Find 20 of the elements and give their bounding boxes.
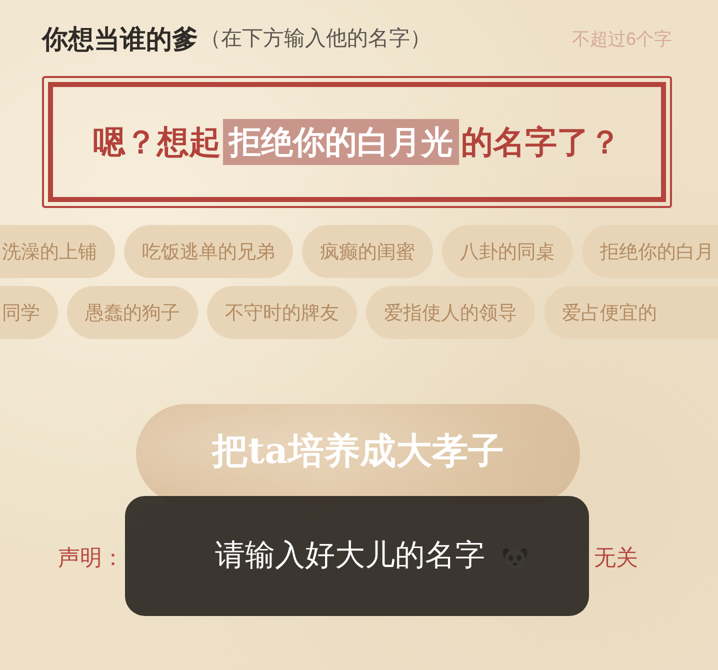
suggestion-chip[interactable]: 吃饭逃单的兄弟 <box>124 225 293 278</box>
name-input-field[interactable]: 嗯？想起 拒绝你的白月光 的名字了？ <box>42 76 672 208</box>
prompt-text: 嗯？想起 <box>93 122 221 163</box>
suggestion-chip[interactable]: 疯癫的闺蜜 <box>302 225 433 278</box>
char-limit-note: 不超过6个字 <box>572 28 672 51</box>
suggestion-chip[interactable]: 洗澡的上铺 <box>0 225 115 278</box>
suggestion-chip[interactable]: 爱占便宜的 <box>544 286 718 339</box>
prompt-text: 的名字了？ <box>461 122 621 163</box>
suggestion-chip[interactable]: 八卦的同桌 <box>442 225 573 278</box>
suggestion-chip[interactable]: 拒绝你的白月 <box>582 225 718 278</box>
suggestion-chip[interactable]: 爱指使人的领导 <box>366 286 535 339</box>
title-hint: （在下方输入他的名字） <box>200 26 431 52</box>
suggestion-chip[interactable]: 同学 <box>0 286 58 339</box>
disclaimer-text: 声明： <box>58 544 124 572</box>
suggestion-chip[interactable]: 不守时的牌友 <box>207 286 357 339</box>
page-title: 你想当谁的爹 <box>42 23 198 56</box>
toast-message: 请输入好大儿的名字 <box>215 538 485 574</box>
disclaimer-text: 无关 <box>594 544 638 572</box>
name-highlight: 拒绝你的白月光 <box>223 119 459 165</box>
suggestion-chip[interactable]: 愚蠢的狗子 <box>67 286 198 339</box>
